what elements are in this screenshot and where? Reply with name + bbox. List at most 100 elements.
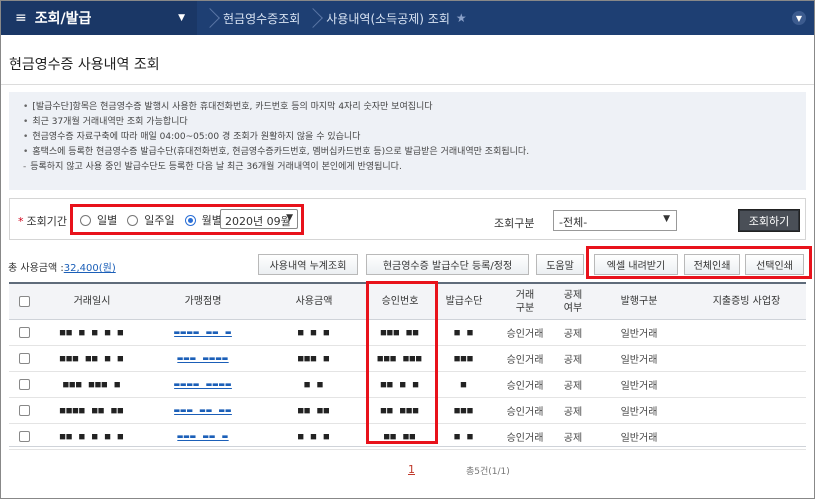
col-deduct: 공제 여부: [563, 289, 583, 314]
col-store: 가맹점명: [184, 296, 222, 307]
cell-type: 승인거래: [495, 346, 555, 371]
col-means: 발급수단: [445, 296, 483, 307]
row-checkbox[interactable]: [18, 405, 30, 416]
breadcrumb-item-usage[interactable]: 사용내역(소득공제) 조회: [326, 10, 450, 27]
cell-date: ■■■ ■■ ■ ■: [39, 346, 145, 371]
cell-store-text[interactable]: ▬▬▬▬ ▬▬▬▬: [174, 380, 232, 390]
cell-store-text[interactable]: ▬▬▬ ▬▬ ▬▬: [174, 406, 232, 416]
hamburger-icon: ≡: [15, 10, 27, 26]
cell-type: 승인거래: [495, 320, 555, 345]
row-checkbox-cell: [9, 372, 39, 397]
cell-deduct-text: 공제: [563, 381, 583, 392]
notice-item: [발급수단]항목은 현금영수증 발행시 사용한 휴대전화번호, 카드번호 등의 …: [23, 100, 792, 115]
cell-means-text: ■■■: [454, 353, 474, 364]
breadcrumb: 현금영수증조회 사용내역(소득공제) 조회 ★: [197, 1, 467, 35]
cell-type-text: 승인거래: [506, 355, 544, 366]
cell-issue-text: 일반거래: [620, 381, 658, 392]
notice-item: 등록하지 않고 사용 중인 발급수단도 등록한 다음 날 최근 36개월 거래내…: [23, 160, 792, 175]
cell-deduct: 공제: [555, 372, 591, 397]
col-biz: 지출증빙 사업장: [712, 296, 781, 307]
cell-means-text: ■ ■: [454, 327, 474, 338]
register-button[interactable]: 현금영수증 발급수단 등록/정정: [366, 254, 529, 275]
cell-date-text: ■■■ ■■ ■ ■: [59, 353, 125, 364]
cell-deduct-text: 공제: [563, 329, 583, 340]
cell-amount-text: ■■■ ■: [297, 353, 331, 364]
kind-select[interactable]: -전체- ▼: [553, 210, 677, 231]
cell-date-text: ■■ ■ ■ ■ ■: [59, 327, 125, 338]
cell-date: ■■ ■ ■ ■ ■: [39, 320, 145, 345]
cell-amount-text: ■ ■ ■: [297, 327, 331, 338]
select-all-checkbox[interactable]: [18, 296, 30, 307]
col-amount: 사용금액: [295, 296, 333, 307]
cell-store-text[interactable]: ▬▬▬ ▬▬▬▬: [177, 354, 228, 364]
star-icon[interactable]: ★: [456, 11, 467, 25]
cell-issue-text: 일반거래: [620, 355, 658, 366]
cell-store: ▬▬▬ ▬▬▬▬: [145, 346, 261, 371]
cell-store: ▬▬▬ ▬▬ ▬▬: [145, 398, 261, 423]
col-date: 거래일시: [73, 296, 111, 307]
breadcrumb-separator-icon: [203, 1, 217, 35]
row-checkbox-cell: [9, 346, 39, 371]
cell-date-text: ■■■ ■■■ ■: [63, 379, 121, 390]
cell-type-text: 승인거래: [506, 381, 544, 392]
cell-date-text: ■■ ■ ■ ■ ■: [59, 431, 125, 442]
chevron-down-icon: ▼: [178, 13, 185, 23]
cell-means-text: ■: [460, 379, 468, 390]
expand-icon[interactable]: ▼: [792, 11, 806, 25]
col-issue: 발행구분: [620, 296, 658, 307]
help-button[interactable]: 도움말: [536, 254, 584, 275]
cumulative-button[interactable]: 사용내역 누계조회: [258, 254, 358, 275]
menu-button[interactable]: ≡ 조회/발급 ▼: [1, 1, 197, 35]
cell-means: ■ ■: [433, 320, 495, 345]
row-checkbox[interactable]: [18, 431, 30, 442]
cell-date: ■■■■ ■■ ■■: [39, 398, 145, 423]
cell-store-text[interactable]: ▬▬▬▬ ▬▬ ▬: [174, 328, 232, 338]
highlight-box: [70, 204, 304, 235]
select-all-cell: [9, 284, 39, 319]
cell-amount-text: ■■ ■■: [297, 405, 331, 416]
row-checkbox[interactable]: [18, 327, 30, 338]
top-navigation: ≡ 조회/발급 ▼ 현금영수증조회 사용내역(소득공제) 조회 ★ ▼: [1, 1, 814, 35]
cell-store-text[interactable]: ▬▬▬ ▬▬ ▬: [177, 432, 228, 442]
cell-deduct: 공제: [555, 346, 591, 371]
row-checkbox[interactable]: [18, 353, 30, 364]
highlight-box: [366, 281, 438, 444]
row-checkbox[interactable]: [18, 379, 30, 390]
cell-deduct: 공제: [555, 398, 591, 423]
row-checkbox-cell: [9, 398, 39, 423]
divider: [1, 84, 814, 85]
breadcrumb-separator-icon: [306, 1, 320, 35]
cell-type: 승인거래: [495, 372, 555, 397]
cell-deduct-text: 공제: [563, 355, 583, 366]
cell-means: ■: [433, 372, 495, 397]
notice-item: 현금영수증 자료구축에 따라 매일 04:00~05:00 경 조회가 원활하지…: [23, 130, 792, 145]
page-title: 현금영수증 사용내역 조회: [9, 57, 160, 73]
cell-store: ▬▬▬▬ ▬▬▬▬: [145, 372, 261, 397]
total-amount-link[interactable]: 32,400(원): [64, 263, 116, 274]
cell-issue: 일반거래: [591, 346, 687, 371]
cell-deduct-text: 공제: [563, 407, 583, 418]
cell-issue-text: 일반거래: [620, 407, 658, 418]
cell-biz: [687, 372, 806, 397]
highlight-box: [586, 246, 812, 279]
kind-label: 조회구분: [494, 217, 535, 230]
cell-issue: 일반거래: [591, 398, 687, 423]
cell-issue-text: 일반거래: [620, 433, 658, 444]
cell-date-text: ■■■■ ■■ ■■: [59, 405, 125, 416]
breadcrumb-item-cash-receipt[interactable]: 현금영수증조회: [223, 10, 300, 27]
chevron-down-icon: ▼: [663, 214, 670, 224]
cell-type-text: 승인거래: [506, 433, 544, 444]
cell-amount-text: ■ ■: [304, 379, 324, 390]
notice-item: 최근 37개월 거래내역만 조회 가능합니다: [23, 115, 792, 130]
search-button[interactable]: 조회하기: [738, 209, 800, 232]
cell-type-text: 승인거래: [506, 329, 544, 340]
notice-box: [발급수단]항목은 현금영수증 발행시 사용한 휴대전화번호, 카드번호 등의 …: [9, 92, 806, 190]
notice-item: 홈택스에 등록한 현금영수증 발급수단(휴대전화번호, 현금영수증카드번호, 멤…: [23, 145, 792, 160]
cell-means: ■■■: [433, 398, 495, 423]
period-label: * 조회기간: [18, 215, 67, 228]
page-link[interactable]: 1: [408, 463, 415, 476]
cell-biz: [687, 346, 806, 371]
cell-amount: ■■■ ■: [261, 346, 367, 371]
cell-amount: ■ ■: [261, 372, 367, 397]
cell-deduct-text: 공제: [563, 433, 583, 444]
